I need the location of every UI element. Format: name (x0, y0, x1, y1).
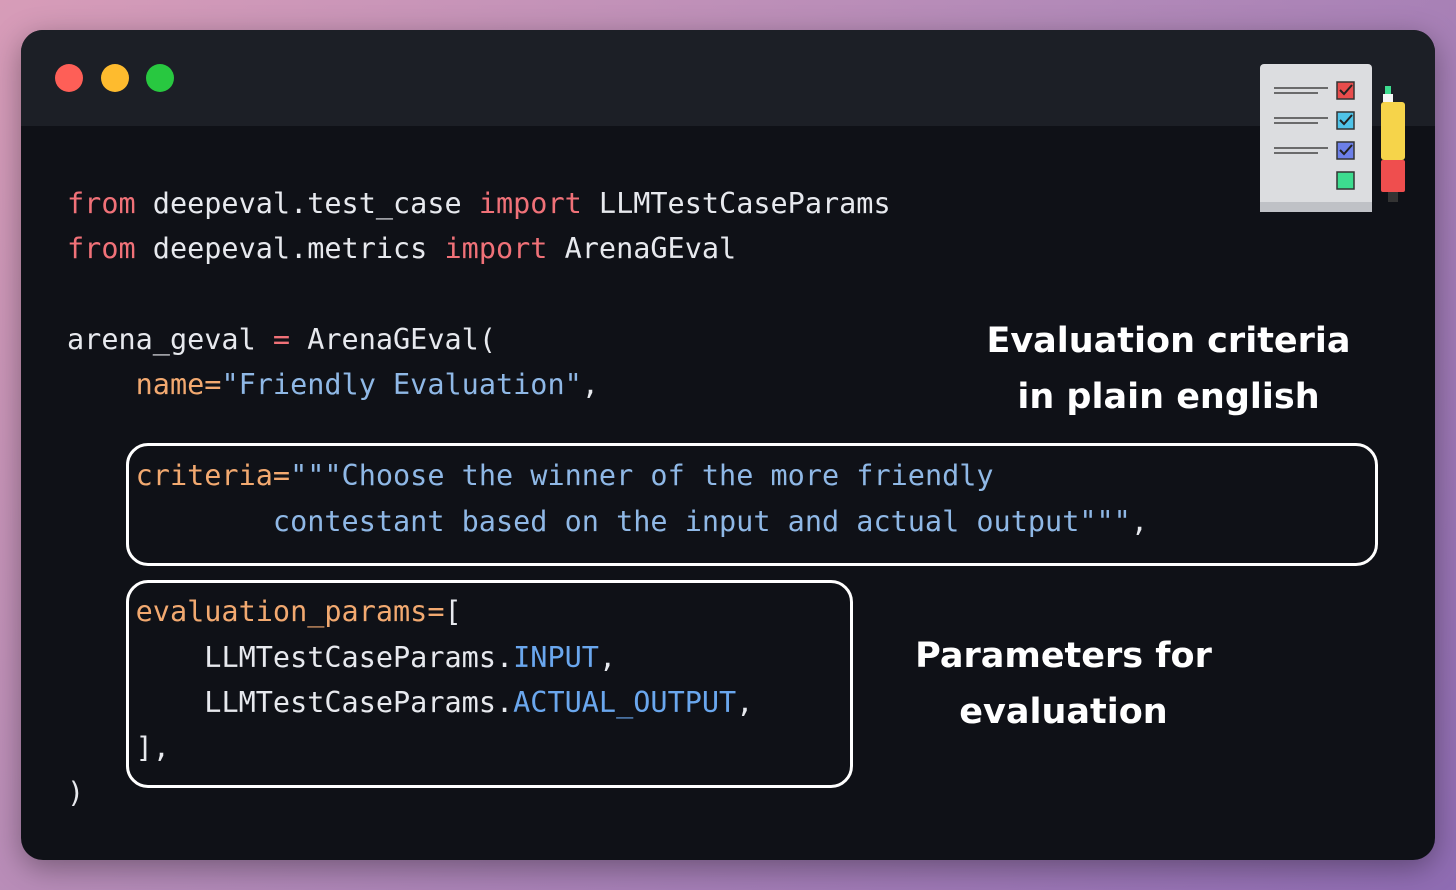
criteria-highlight-box (126, 443, 1378, 566)
string-literal: "Friendly Evaluation" (221, 368, 582, 401)
marker-pen-icon (1381, 86, 1405, 202)
keyword: import (478, 187, 582, 220)
checklist-clipboard-icon (1260, 64, 1405, 212)
code-line-4: name="Friendly Evaluation", (135, 368, 599, 401)
code-window: from deepeval.test_case import LLMTestCa… (21, 30, 1435, 860)
maximize-window-button[interactable] (146, 64, 174, 92)
param-name: name= (135, 368, 222, 401)
code-line-2: from deepeval.metrics import ArenaGEval (67, 232, 737, 265)
window-titlebar (21, 30, 1435, 126)
keyword: from (67, 232, 136, 265)
criteria-annotation: Evaluation criteria in plain english (986, 321, 1351, 417)
minimize-window-button[interactable] (101, 64, 129, 92)
code-line-1: from deepeval.test_case import LLMTestCa… (67, 187, 891, 220)
code-line-3: arena_geval = ArenaGEval( (67, 323, 496, 356)
operator: = (272, 323, 291, 356)
evaluation-params-highlight-box (126, 580, 853, 788)
code-line-11: ) (67, 776, 85, 809)
params-annotation: Parameters for evaluation (915, 636, 1212, 732)
keyword: from (67, 187, 136, 220)
close-window-button[interactable] (55, 64, 83, 92)
keyword: import (444, 232, 548, 265)
